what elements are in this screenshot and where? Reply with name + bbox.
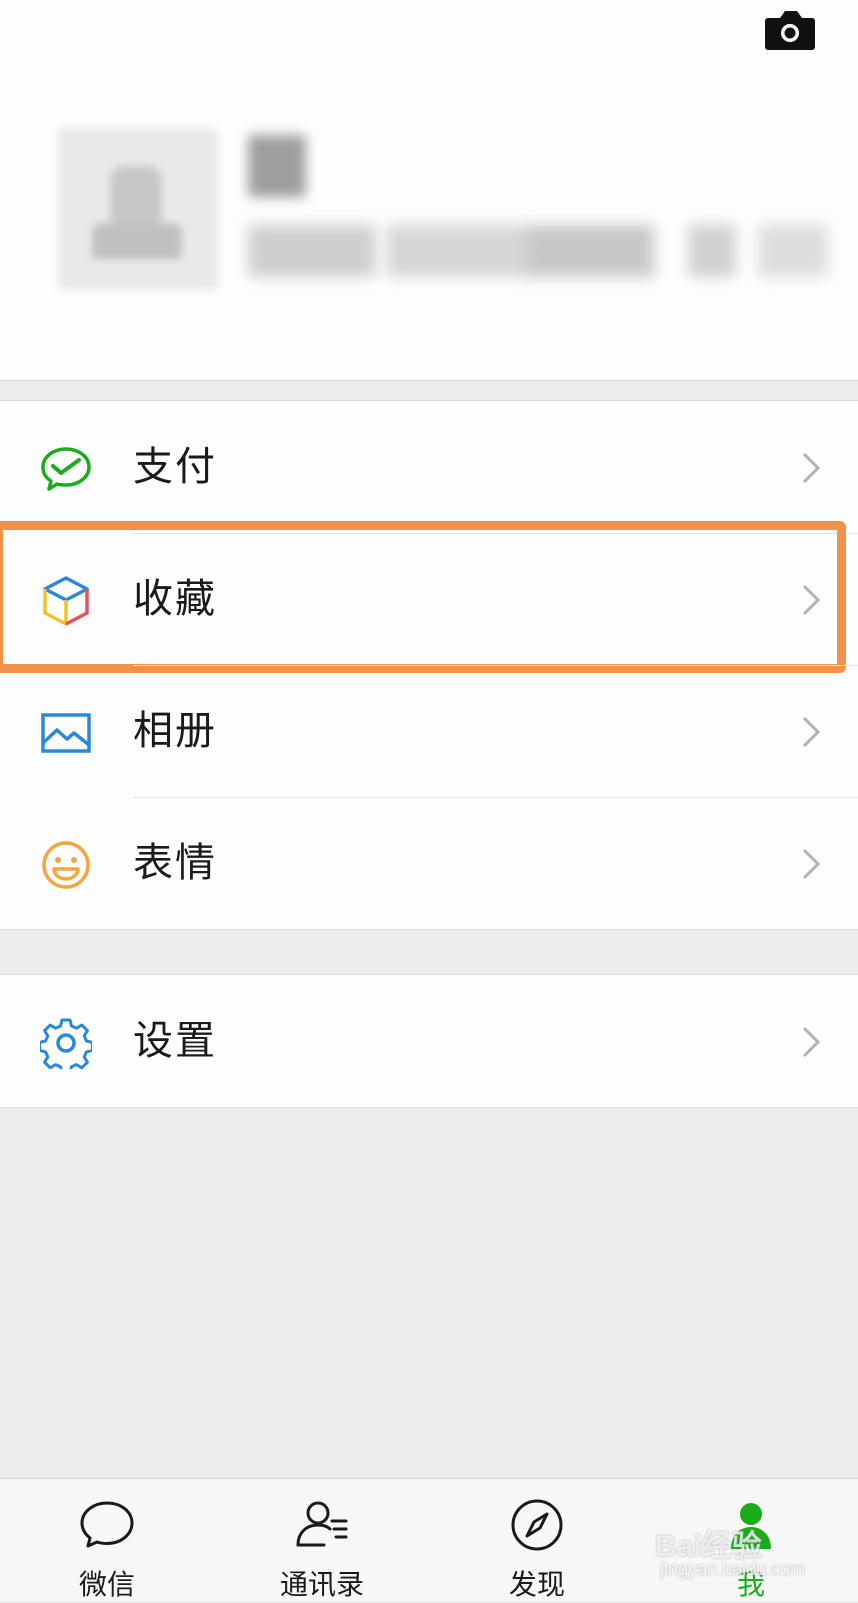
tab-label: 微信: [78, 1568, 135, 1601]
camera-icon[interactable]: [764, 10, 816, 52]
tab-discover[interactable]: 发现: [462, 1479, 612, 1601]
menu-item-stickers[interactable]: 表情: [0, 797, 858, 929]
person-icon: [731, 1503, 771, 1549]
smiley-icon: [42, 841, 90, 889]
avatar[interactable]: [58, 128, 218, 290]
menu-item-label: 收藏: [133, 576, 217, 622]
menu-item-label: 设置: [133, 1018, 217, 1064]
tab-label: 发现: [508, 1568, 565, 1601]
wechat-pay-icon: [41, 447, 91, 491]
chevron-right-icon: [802, 716, 821, 748]
menu-item-favorites[interactable]: 收藏: [0, 521, 858, 673]
profile-header: [0, 0, 858, 381]
menu-item-settings[interactable]: 设置: [0, 975, 858, 1107]
tab-contacts[interactable]: 通讯录: [247, 1479, 397, 1601]
wechat-id-blurred: [248, 225, 828, 277]
favorites-cube-icon: [43, 576, 89, 626]
gear-icon: [40, 1018, 92, 1069]
tab-me[interactable]: 我: [676, 1479, 826, 1601]
menu-group-2: 设置: [0, 974, 858, 1108]
chevron-right-icon: [802, 452, 821, 484]
tab-label: 通讯录: [279, 1568, 364, 1601]
tab-chats[interactable]: 微信: [32, 1479, 182, 1601]
chat-bubble-icon: [80, 1501, 134, 1548]
menu-item-label: 相册: [133, 708, 217, 754]
menu-group-1: 支付 收藏 相册 表情: [0, 400, 858, 930]
album-image-icon: [41, 713, 91, 753]
menu-item-label: 表情: [133, 840, 217, 886]
menu-item-pay[interactable]: 支付: [0, 401, 858, 533]
menu-item-album[interactable]: 相册: [0, 665, 858, 797]
bottom-tab-bar: 微信 通讯录 发现 我 Bai经验 jingyan.baidu.com: [0, 1478, 858, 1601]
chevron-right-icon: [802, 848, 821, 880]
watermark-url: jingyan.baidu.com: [660, 1559, 806, 1579]
compass-icon: [511, 1499, 563, 1551]
chevron-right-icon: [802, 1026, 821, 1058]
chevron-right-icon: [802, 584, 821, 616]
nickname-blurred: [248, 135, 306, 197]
menu-item-label: 支付: [133, 444, 217, 490]
contacts-icon: [296, 1501, 348, 1547]
